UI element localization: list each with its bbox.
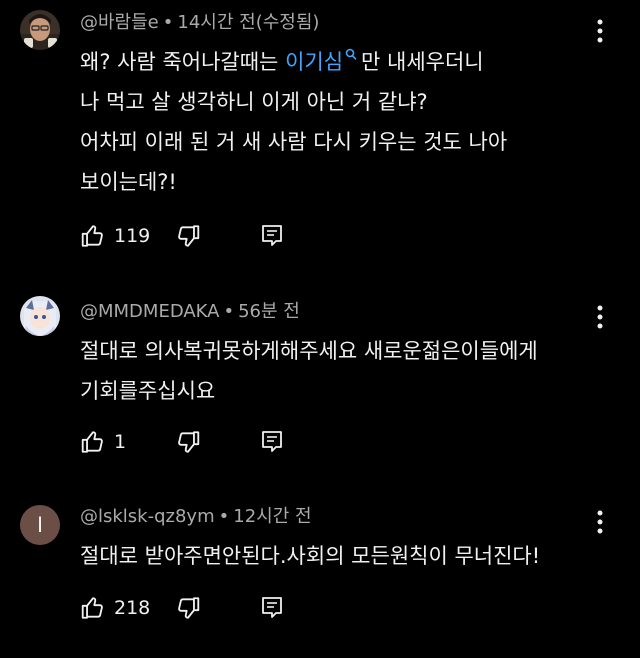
dislike-button[interactable] (175, 427, 201, 457)
comment-text: 왜? 사람 죽어나갈때는 (80, 50, 286, 74)
thumbs-up-icon (81, 225, 103, 247)
comment-menu-button[interactable] (590, 18, 610, 44)
comment-text-line: 어차피 이래 된 거 새 사람 다시 키우는 것도 나아 (80, 130, 508, 154)
comment-text-line: 보이는데?! (80, 170, 177, 194)
meta-separator: • (223, 301, 235, 322)
comment-actions: 119 (80, 221, 300, 251)
author-name[interactable]: @바람들e (80, 12, 159, 33)
author-name[interactable]: @lsklsk-qz8ym (80, 506, 215, 527)
comment-meta: @lsklsk-qz8ym • 12시간 전 (80, 505, 312, 529)
thumbs-up-icon (81, 597, 103, 619)
reply-button[interactable] (260, 427, 284, 457)
comment-text: 만 내세우더니 (361, 50, 484, 74)
timestamp[interactable]: 56분 전 (238, 301, 300, 322)
meta-separator: • (218, 506, 230, 527)
comment-text-line: 절대로 의사복귀못하게해주세요 새로운젊은이들에게 (80, 339, 538, 363)
like-count: 1 (114, 431, 127, 453)
dislike-button[interactable] (175, 221, 201, 251)
like-count: 218 (114, 597, 151, 619)
comment-actions: 218 (80, 593, 300, 623)
comment-text-line: 나 먹고 살 생각하니 이게 아닌 거 같냐? (80, 90, 428, 114)
reply-button[interactable] (260, 593, 284, 623)
comment-menu-button[interactable] (590, 304, 610, 330)
timestamp[interactable]: 12시간 전 (233, 506, 311, 527)
meta-separator: • (162, 12, 174, 33)
thumbs-up-icon (81, 431, 103, 453)
comment-meta: @바람들e • 14시간 전(수정됨) (80, 11, 319, 35)
search-link-text[interactable]: 이기심 (285, 50, 343, 74)
like-button[interactable]: 1 (80, 427, 126, 457)
comment-text-line: 기회를주십시요 (80, 379, 216, 403)
more-vertical-icon (597, 305, 603, 329)
thumbs-down-icon (178, 225, 200, 247)
author-name[interactable]: @MMDMEDAKA (80, 301, 219, 322)
avatar-letter: l (37, 513, 43, 537)
search-link[interactable]: 이기심 (285, 48, 361, 74)
avatar[interactable] (20, 296, 60, 336)
reply-icon (262, 225, 282, 246)
reply-icon (262, 597, 282, 618)
search-icon (345, 48, 357, 60)
like-button[interactable]: 218 (80, 593, 150, 623)
comment-meta: @MMDMEDAKA • 56분 전 (80, 300, 300, 324)
reply-button[interactable] (260, 221, 284, 251)
dislike-button[interactable] (175, 593, 201, 623)
comment-menu-button[interactable] (590, 509, 610, 535)
reply-icon (262, 431, 282, 452)
comment-text-line: 절대로 받아주면안된다.사회의 모든원칙이 무너진다! (80, 544, 541, 568)
thumbs-down-icon (178, 431, 200, 453)
comment-actions: 1 (80, 427, 300, 457)
more-vertical-icon (597, 510, 603, 534)
more-vertical-icon (597, 19, 603, 43)
comment-text-line: 왜? 사람 죽어나갈때는 이기심 만 내세우더니 (80, 48, 484, 76)
timestamp[interactable]: 14시간 전(수정됨) (177, 12, 319, 33)
like-button[interactable]: 119 (80, 221, 150, 251)
avatar[interactable]: l (20, 505, 60, 545)
like-count: 119 (114, 225, 151, 247)
avatar[interactable] (20, 10, 60, 50)
thumbs-down-icon (178, 597, 200, 619)
